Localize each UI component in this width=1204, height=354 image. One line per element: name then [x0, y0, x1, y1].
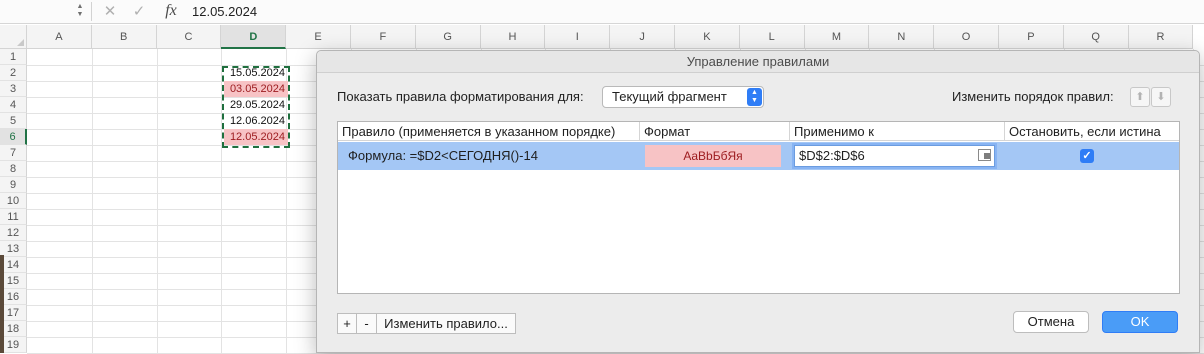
row-header-1[interactable]: 1 [0, 49, 27, 65]
name-box[interactable]: ▲ ▼ [0, 0, 88, 23]
applies-to-value: $D$2:$D$6 [799, 148, 865, 163]
format-preview: AaBbБбЯя [645, 145, 781, 167]
row-header-16[interactable]: 16 [0, 289, 27, 305]
select-all-corner[interactable] [0, 25, 27, 49]
row-header-18[interactable]: 18 [0, 321, 27, 337]
arrow-down-icon: ⬇ [1156, 91, 1166, 103]
chevron-updown-icon: ▲ ▼ [747, 88, 762, 106]
dialog-title: Управление правилами [317, 51, 1199, 73]
scope-select[interactable]: Текущий фрагмент ▲ ▼ [602, 86, 764, 108]
range-picker-icon[interactable] [978, 149, 991, 161]
row-header-15[interactable]: 15 [0, 273, 27, 289]
manage-rules-dialog: Управление правилами Показать правила фо… [316, 50, 1200, 353]
ok-button[interactable]: OK [1102, 311, 1178, 333]
row-header-2[interactable]: 2 [0, 65, 27, 81]
select-all-icon [17, 39, 24, 46]
close-icon[interactable]: ✕ [99, 2, 121, 22]
move-down-button[interactable]: ⬇ [1151, 87, 1171, 107]
row-header-6[interactable]: 6 [0, 129, 27, 145]
row-header-7[interactable]: 7 [0, 145, 27, 161]
grid-vline [156, 49, 158, 353]
row-header-4[interactable]: 4 [0, 97, 27, 113]
stop-if-true-checkbox[interactable]: ✓ [1080, 149, 1094, 163]
column-header-g[interactable]: G [415, 25, 481, 49]
formula-bar: ▲ ▼ ✕ ✓ fx 12.05.2024 [0, 0, 1204, 24]
grid-vline [91, 49, 93, 353]
column-header-b[interactable]: B [91, 25, 157, 49]
column-header-k[interactable]: K [675, 25, 740, 49]
column-header-rule[interactable]: Правило (применяется в указанном порядке… [338, 122, 640, 141]
applies-to-input[interactable]: $D$2:$D$6 [794, 145, 995, 167]
add-rule-button[interactable]: + [337, 313, 357, 334]
formula-bar-divider [91, 2, 92, 21]
row-header-17[interactable]: 17 [0, 305, 27, 321]
column-header-n[interactable]: N [869, 25, 935, 49]
remove-rule-button[interactable]: - [357, 313, 377, 334]
cancel-button[interactable]: Отмена [1013, 311, 1089, 333]
row-header-5[interactable]: 5 [0, 113, 27, 129]
rules-table: Правило (применяется в указанном порядке… [337, 121, 1180, 294]
column-header-format[interactable]: Формат [640, 122, 790, 141]
edit-rule-button[interactable]: Изменить правило... [377, 313, 516, 334]
row-header-9[interactable]: 9 [0, 177, 27, 193]
column-header-a[interactable]: A [27, 25, 92, 49]
formula-input[interactable]: 12.05.2024 [192, 0, 257, 24]
scope-select-value: Текущий фрагмент [612, 89, 727, 104]
move-up-button[interactable]: ⬆ [1130, 87, 1150, 107]
column-header-l[interactable]: L [739, 25, 805, 49]
column-header-stop-if-true[interactable]: Остановить, если истина [1005, 122, 1179, 141]
show-rules-label: Показать правила форматирования для: [337, 89, 584, 104]
rule-formula: Формула: =$D2<СЕГОДНЯ()-14 [348, 148, 538, 163]
column-header-p[interactable]: P [999, 25, 1064, 49]
name-box-dropdown-icon[interactable]: ▲ ▼ [76, 3, 84, 20]
left-edge-artifact [0, 255, 4, 353]
column-header-c[interactable]: C [156, 25, 222, 49]
column-header-h[interactable]: H [480, 25, 546, 49]
column-header-i[interactable]: I [545, 25, 611, 49]
reorder-label: Изменить порядок правил: [952, 89, 1114, 104]
row-header-11[interactable]: 11 [0, 209, 27, 225]
column-header-q[interactable]: Q [1063, 25, 1129, 49]
row-header-14[interactable]: 14 [0, 257, 27, 273]
row-header-3[interactable]: 3 [0, 81, 27, 97]
rule-row[interactable]: Формула: =$D2<СЕГОДНЯ()-14 AaBbБбЯя $D$2… [338, 142, 1179, 170]
column-header-d[interactable]: D [221, 25, 287, 49]
row-header-12[interactable]: 12 [0, 225, 27, 241]
column-header-applies-to[interactable]: Применимо к [790, 122, 1005, 141]
row-header-8[interactable]: 8 [0, 161, 27, 177]
copy-selection-border [222, 66, 290, 148]
checkmark-icon[interactable]: ✓ [128, 2, 150, 22]
column-header-o[interactable]: O [934, 25, 999, 49]
insert-function-icon[interactable]: fx [160, 1, 182, 21]
row-header-13[interactable]: 13 [0, 241, 27, 257]
column-header-j[interactable]: J [610, 25, 675, 49]
column-header-m[interactable]: M [804, 25, 870, 49]
arrow-up-icon: ⬆ [1135, 91, 1145, 103]
column-header-f[interactable]: F [351, 25, 416, 49]
row-header-10[interactable]: 10 [0, 193, 27, 209]
column-header-r[interactable]: R [1128, 25, 1194, 49]
row-header-19[interactable]: 19 [0, 337, 27, 353]
column-header-e[interactable]: E [286, 25, 351, 49]
